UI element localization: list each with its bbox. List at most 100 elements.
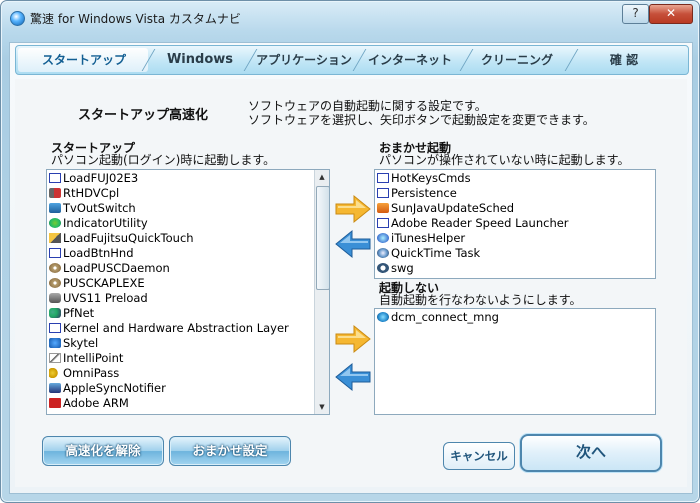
scroll-thumb[interactable] [316, 186, 329, 290]
list-item[interactable]: HotKeysCmds [375, 171, 653, 186]
people-icon [49, 308, 61, 318]
list-item[interactable]: LoadPUSCDaemon [47, 261, 313, 276]
list-item[interactable]: IntelliPoint [47, 351, 313, 366]
list-item-label: TvOutSwitch [63, 201, 136, 215]
list-item[interactable]: OmniPass [47, 366, 313, 381]
window-title: 驚速 for Windows Vista カスタムナビ [30, 12, 241, 26]
list-item[interactable]: RtHDVCpl [47, 186, 313, 201]
list-item-label: QuickTime Task [391, 246, 481, 260]
next-button[interactable]: 次へ [520, 434, 662, 472]
help-button[interactable]: ? [622, 4, 649, 24]
tab-bar: スタートアップ Windows アプリケーション インターネット クリーニング … [15, 45, 689, 75]
apple-icon [49, 383, 61, 393]
move-to-startup-arrow-icon[interactable] [334, 229, 372, 259]
disabled-subtitle: 自動起動を行なわないようにします。 [379, 293, 582, 307]
omakase-setting-button[interactable]: おまかせ設定 [169, 436, 291, 466]
tab-internet[interactable]: インターネット [362, 46, 458, 74]
close-button[interactable]: ✕ [649, 4, 693, 24]
gear-icon [49, 218, 61, 228]
tab-confirm[interactable]: 確 認 [574, 46, 674, 74]
list-item-label: Adobe Reader Speed Launcher [391, 216, 569, 230]
list-item-label: AppleSyncNotifier [63, 381, 166, 395]
list-item[interactable]: Kernel and Hardware Abstraction Layer [47, 321, 313, 336]
list-item-label: Kernel and Hardware Abstraction Layer [63, 321, 289, 335]
cd-icon [49, 263, 61, 273]
list-item-label: LoadBtnHnd [63, 246, 134, 260]
page-title: スタートアップ高速化 [78, 108, 209, 123]
disabled-list[interactable]: dcm_connect_mng [374, 308, 656, 415]
list-item[interactable]: Persistence [375, 186, 653, 201]
list-item[interactable]: TvOutSwitch [47, 201, 313, 216]
tv-icon [49, 203, 61, 213]
description-line: ソフトウェアの自動起動に関する設定です。 [248, 99, 487, 113]
list-item[interactable]: LoadFUJ02E3 [47, 171, 313, 186]
startup-scrollbar[interactable]: ▲ ▼ [314, 170, 329, 414]
quicktime-icon [377, 248, 389, 258]
move-to-disabled-arrow-icon[interactable] [334, 324, 372, 354]
window-icon [377, 173, 389, 183]
list-item[interactable]: IndicatorUtility [47, 216, 313, 231]
tab-applications[interactable]: アプリケーション [252, 46, 356, 74]
key-icon [49, 368, 61, 378]
move-from-disabled-arrow-icon[interactable] [334, 362, 372, 392]
list-item[interactable]: dcm_connect_mng [375, 310, 653, 325]
release-speedup-button[interactable]: 高速化を解除 [42, 436, 164, 466]
list-item-label: UVS11 Preload [63, 291, 148, 305]
list-item[interactable]: UVS11 Preload [47, 291, 313, 306]
list-item[interactable]: swg [375, 261, 653, 276]
java-icon [377, 203, 389, 213]
list-item[interactable]: iTunesHelper [375, 231, 653, 246]
swg-icon [377, 263, 389, 273]
list-item-label: LoadFujitsuQuickTouch [63, 231, 194, 245]
tab-cleaning[interactable]: クリーニング [469, 46, 565, 74]
list-item-label: Skytel [63, 336, 99, 350]
list-item-label: RtHDVCpl [63, 186, 120, 200]
list-item[interactable]: Skytel [47, 336, 313, 351]
list-item-label: IndicatorUtility [63, 216, 148, 230]
list-item-label: PfNet [63, 306, 95, 320]
list-item-label: HotKeysCmds [391, 171, 471, 185]
pen-icon [49, 233, 61, 243]
page-description: ソフトウェアの自動起動に関する設定です。 ソフトウェアを選択し、矢印ボタンで起動… [248, 99, 595, 127]
scroll-down-icon[interactable]: ▼ [315, 400, 329, 414]
list-item-label: Adobe ARM [63, 396, 129, 410]
window-icon [49, 248, 61, 258]
omakase-list[interactable]: HotKeysCmds Persistence SunJavaUpdateSched… [374, 169, 656, 279]
tab-startup[interactable]: スタートアップ [24, 46, 144, 74]
list-item[interactable]: LoadBtnHnd [47, 246, 313, 261]
cancel-button[interactable]: キャンセル [443, 442, 515, 470]
list-item-label: LoadPUSCDaemon [63, 261, 170, 275]
bluegear-icon [49, 338, 61, 348]
window-icon [49, 323, 61, 333]
cd-icon [49, 278, 61, 288]
app-logo-icon [10, 11, 25, 26]
list-item-label: dcm_connect_mng [391, 310, 499, 324]
description-line: ソフトウェアを選択し、矢印ボタンで起動設定を変更できます。 [248, 113, 595, 127]
list-item-label: LoadFUJ02E3 [63, 171, 139, 185]
window-icon [377, 188, 389, 198]
pdf-icon [49, 398, 61, 408]
list-item[interactable]: PUSCKAPLEXE [47, 276, 313, 291]
list-item[interactable]: PfNet [47, 306, 313, 321]
window-icon [49, 173, 61, 183]
list-item-label: SunJavaUpdateSched [391, 201, 515, 215]
scroll-up-icon[interactable]: ▲ [315, 170, 329, 184]
window-icon [377, 218, 389, 228]
move-to-omakase-arrow-icon[interactable] [334, 194, 372, 224]
list-item-label: iTunesHelper [391, 231, 466, 245]
dcm-icon [377, 312, 389, 322]
app-window: 驚速 for Windows Vista カスタムナビ ? ✕ スタートアップ … [0, 0, 700, 503]
list-item-label: IntelliPoint [63, 351, 124, 365]
list-item[interactable]: Adobe Reader Speed Launcher [375, 216, 653, 231]
list-item[interactable]: QuickTime Task [375, 246, 653, 261]
list-item[interactable]: LoadFujitsuQuickTouch [47, 231, 313, 246]
startup-subtitle: パソコン起動(ログイン)時に起動します。 [51, 153, 276, 167]
list-item-label: swg [391, 261, 414, 275]
list-item[interactable]: SunJavaUpdateSched [375, 201, 653, 216]
list-item[interactable]: AppleSyncNotifier [47, 381, 313, 396]
list-item-label: Persistence [391, 186, 457, 200]
itunes-icon [377, 233, 389, 243]
list-item[interactable]: Adobe ARM [47, 396, 313, 411]
startup-list[interactable]: LoadFUJ02E3 RtHDVCpl TvOutSwitch IndicatorU… [46, 169, 330, 415]
tab-windows[interactable]: Windows [151, 46, 249, 74]
